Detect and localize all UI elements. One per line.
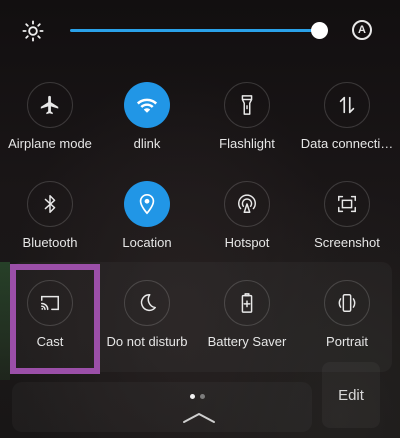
tile-label: dlink [133, 136, 161, 151]
moon-icon [140, 294, 156, 312]
tile-circle[interactable] [224, 181, 270, 227]
tile-label: Do not disturb [106, 334, 188, 349]
tile-circle[interactable] [124, 82, 170, 128]
page-dot-inactive[interactable] [200, 394, 205, 399]
hotspot-icon [238, 194, 256, 213]
tile-circle[interactable] [224, 280, 270, 326]
data-arrows-icon [339, 96, 355, 114]
tile-label: Screenshot [314, 235, 380, 250]
tile-battery-saver[interactable]: Battery Saver [197, 280, 297, 375]
tile-circle[interactable] [224, 82, 270, 128]
wifi-icon [136, 98, 158, 113]
page-dot-active [190, 394, 195, 399]
tile-circle[interactable] [124, 280, 170, 326]
cast-highlight-box [10, 264, 100, 374]
tile-circle[interactable] [324, 82, 370, 128]
background-app-blur-2 [12, 382, 312, 432]
edit-label: Edit [338, 387, 364, 404]
tile-circle[interactable] [324, 181, 370, 227]
tile-screenshot[interactable]: Screenshot [297, 181, 397, 276]
tile-bluetooth[interactable]: Bluetooth [0, 181, 100, 276]
rotation-lock-icon [338, 294, 356, 312]
sun-icon [22, 20, 44, 42]
tile-wifi[interactable]: dlink [97, 82, 197, 177]
tile-label: Data connecti… [300, 136, 394, 151]
tile-label: Hotspot [224, 235, 270, 250]
airplane-icon [40, 95, 59, 115]
tile-circle[interactable] [27, 181, 73, 227]
battery-plus-icon [241, 293, 253, 313]
brightness-row: A [0, 0, 400, 62]
edit-button[interactable]: Edit [322, 362, 380, 428]
tile-label: Location [122, 235, 172, 250]
tile-label: Portrait [326, 334, 368, 349]
tile-circle[interactable] [27, 82, 73, 128]
tile-circle[interactable] [124, 181, 170, 227]
brightness-slider-thumb[interactable] [311, 22, 328, 39]
tile-flashlight[interactable]: Flashlight [197, 82, 297, 177]
tile-label: Bluetooth [22, 235, 78, 250]
tile-label: Flashlight [219, 136, 275, 151]
tile-data-connection[interactable]: Data connecti… [297, 82, 397, 177]
tile-label: Airplane mode [8, 136, 92, 151]
bluetooth-icon [44, 195, 56, 213]
tile-location[interactable]: Location [97, 181, 197, 276]
tile-airplane-mode[interactable]: Airplane mode [0, 82, 100, 177]
screenshot-icon [338, 195, 356, 213]
location-pin-icon [139, 194, 155, 215]
tile-label: Battery Saver [207, 334, 287, 349]
brightness-slider-track[interactable] [70, 29, 320, 32]
tile-hotspot[interactable]: Hotspot [197, 181, 297, 276]
tile-portrait[interactable]: Portrait [297, 280, 397, 375]
tile-circle[interactable] [324, 280, 370, 326]
flashlight-icon [241, 95, 253, 115]
chevron-up-icon[interactable] [182, 410, 216, 424]
tile-do-not-disturb[interactable]: Do not disturb [97, 280, 197, 375]
auto-brightness-icon[interactable]: A [352, 20, 372, 40]
